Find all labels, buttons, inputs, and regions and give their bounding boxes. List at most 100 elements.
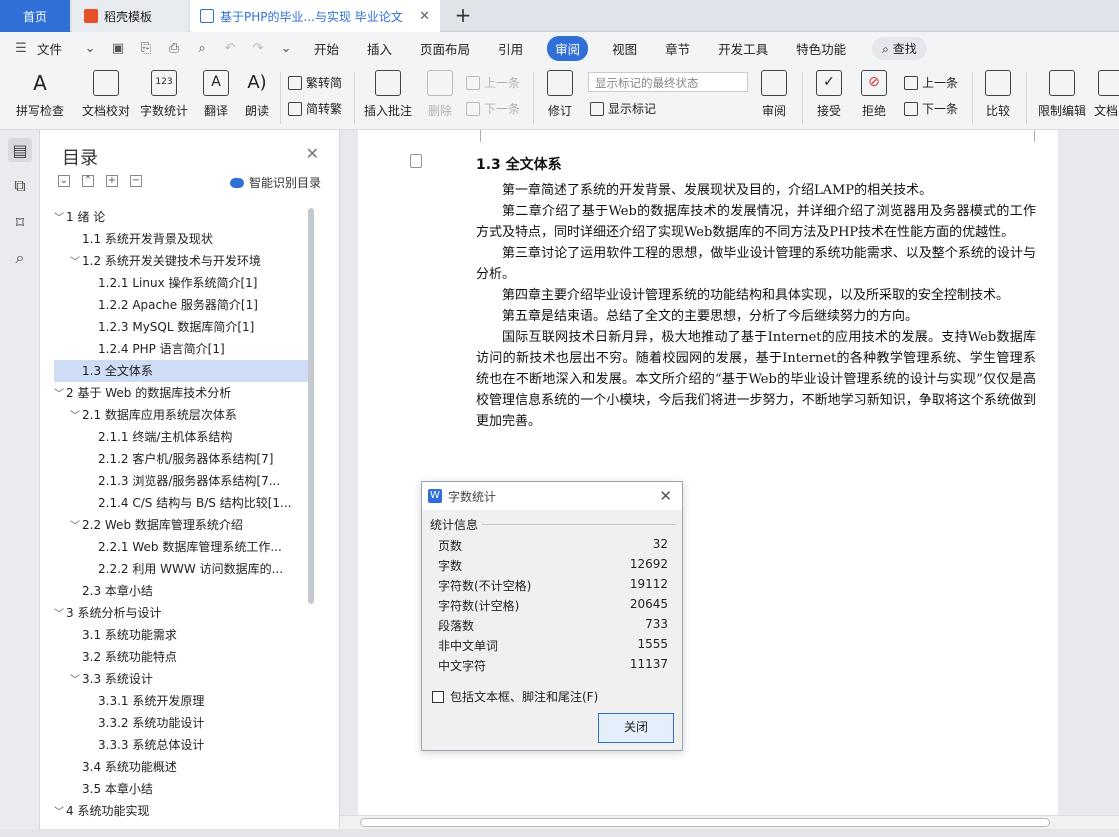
redo-icon[interactable]: ↷ bbox=[249, 39, 267, 57]
trad-to-simp-button[interactable]: 繁转简 bbox=[288, 74, 342, 91]
chevron-down-icon[interactable]: ﹀ bbox=[70, 516, 82, 536]
tab-document[interactable]: 基于PHP的毕业...与实现 毕业论文 ✕ bbox=[190, 0, 440, 32]
toc-item[interactable]: ﹀ 2 基于 Web 的数据库技术分析 bbox=[54, 382, 314, 404]
toc-item[interactable]: 3.4 系统功能概述 bbox=[54, 756, 314, 778]
menu-tab-5[interactable]: 视图 bbox=[598, 39, 651, 58]
undo-icon[interactable]: ↶ bbox=[221, 39, 239, 57]
chevron-down-icon[interactable]: ﹀ bbox=[70, 670, 82, 690]
toc-item[interactable]: 3.1 系统功能需求 bbox=[54, 624, 314, 646]
toc-item[interactable]: 1.2.3 MySQL 数据库简介[1] bbox=[54, 316, 314, 338]
print-preview-icon[interactable]: ⌕ bbox=[193, 39, 211, 57]
doc-permission-button[interactable]: 文档 bbox=[1094, 70, 1119, 119]
toc-item[interactable]: 2.3 本章小结 bbox=[54, 580, 314, 602]
collapse-all-icon[interactable]: ⌄ bbox=[58, 175, 70, 187]
toc-item[interactable]: 2.1.3 浏览器/服务器体系结构[7... bbox=[54, 470, 314, 492]
spell-check-button[interactable]: A 拼写检查 bbox=[10, 70, 70, 119]
toc-item[interactable]: 3.3.2 系统功能设计 bbox=[54, 712, 314, 734]
toc-item[interactable]: ﹀ 2.1 数据库应用系统层次体系 bbox=[54, 404, 314, 426]
show-markup-button[interactable]: 显示标记 bbox=[590, 100, 656, 117]
customize-quickbar-icon[interactable]: ⌄ bbox=[277, 39, 295, 57]
close-tab-icon[interactable]: ✕ bbox=[419, 9, 430, 24]
toc-item[interactable]: 3.2 系统功能特点 bbox=[54, 646, 314, 668]
review-pane-button[interactable]: 审阅 bbox=[756, 70, 792, 119]
toc-item[interactable]: 2.1.2 客户机/服务器体系结构[7] bbox=[54, 448, 314, 470]
tab-daoke-templates[interactable]: 稻壳模板 bbox=[72, 0, 188, 32]
restrict-edit-button[interactable]: 限制编辑 bbox=[1034, 70, 1090, 119]
next-comment-button[interactable]: 下一条 bbox=[466, 100, 520, 117]
reject-button[interactable]: ⊘ 拒绝 bbox=[855, 70, 893, 119]
toc-item[interactable]: 2.1.1 终端/主机体系结构 bbox=[54, 426, 314, 448]
export-icon[interactable]: ⎘ bbox=[137, 39, 155, 57]
toc-pane-icon[interactable]: ▤ bbox=[8, 138, 32, 162]
toc-item[interactable]: 2.1.4 C/S 结构与 B/S 结构比较[1... bbox=[54, 492, 314, 514]
find-icon[interactable]: ⌕ bbox=[8, 246, 32, 270]
file-menu[interactable]: 文件 bbox=[35, 39, 76, 58]
translate-button[interactable]: A 翻译 bbox=[196, 70, 236, 119]
prev-comment-button[interactable]: 上一条 bbox=[466, 74, 520, 91]
chapter-nav-icon[interactable]: ⧉ bbox=[8, 174, 32, 198]
markup-state-select[interactable]: 显示标记的最终状态 bbox=[588, 72, 748, 92]
close-icon[interactable]: ✕ bbox=[659, 487, 672, 505]
accept-button[interactable]: ✓ 接受 bbox=[810, 70, 848, 119]
toc-item[interactable]: 3.3.3 系统总体设计 bbox=[54, 734, 314, 756]
horizontal-scroll-thumb[interactable] bbox=[360, 818, 1050, 827]
toc-item[interactable]: 2.2.1 Web 数据库管理系统工作... bbox=[54, 536, 314, 558]
toc-scrollbar[interactable] bbox=[308, 208, 314, 604]
close-icon[interactable]: ✕ bbox=[306, 144, 319, 163]
toc-item[interactable]: 1.2.1 Linux 操作系统简介[1] bbox=[54, 272, 314, 294]
paragraph-mark-icon[interactable] bbox=[410, 154, 422, 168]
checkbox-box[interactable] bbox=[432, 690, 444, 703]
toc-item[interactable]: ﹀ 4 系统功能实现 bbox=[54, 800, 314, 822]
print-icon[interactable]: ⎙ bbox=[165, 39, 183, 57]
toc-item[interactable]: ﹀ 2.2 Web 数据库管理系统介绍 bbox=[54, 514, 314, 536]
chevron-down-icon[interactable]: ﹀ bbox=[54, 208, 66, 228]
hamburger-menu-icon[interactable]: ☰ bbox=[12, 39, 30, 57]
add-heading-icon[interactable]: + bbox=[106, 175, 118, 187]
read-aloud-button[interactable]: A) 朗读 bbox=[240, 70, 274, 119]
expand-all-icon[interactable]: ⌃ bbox=[82, 175, 94, 187]
toc-item[interactable]: 1.1 系统开发背景及现状 bbox=[54, 228, 314, 250]
toc-item[interactable]: 3.5 本章小结 bbox=[54, 778, 314, 800]
document-body[interactable]: 第一章简述了系统的开发背景、发展现状及目的，介绍LAMP的相关技术。 第二章介绍了… bbox=[476, 180, 1036, 432]
toc-item[interactable]: 1.3 全文体系 bbox=[54, 360, 314, 382]
toc-item[interactable]: ﹀ 3 系统分析与设计 bbox=[54, 602, 314, 624]
chevron-down-icon[interactable]: ﹀ bbox=[70, 406, 82, 426]
search-command-button[interactable]: ⌕ 查找 bbox=[872, 36, 927, 60]
track-changes-button[interactable]: 修订 bbox=[540, 70, 580, 119]
toc-item[interactable]: ﹀ 1 绪 论 bbox=[54, 206, 314, 228]
word-count-button[interactable]: 123 字数统计 bbox=[138, 70, 190, 119]
menu-tab-2[interactable]: 页面布局 bbox=[406, 39, 484, 58]
horizontal-scrollbar[interactable] bbox=[340, 815, 1119, 829]
doc-proof-button[interactable]: 文档校对 bbox=[78, 70, 134, 119]
smart-toc-button[interactable]: 智能识别目录 bbox=[230, 174, 321, 191]
dialog-titlebar[interactable]: W 字数统计 ✕ bbox=[422, 482, 682, 510]
include-textbox-checkbox[interactable]: 包括文本框、脚注和尾注(F) bbox=[432, 688, 598, 705]
toc-item[interactable]: ﹀ 3.3 系统设计 bbox=[54, 668, 314, 690]
chevron-down-icon[interactable]: ﹀ bbox=[54, 802, 66, 822]
simp-to-trad-button[interactable]: 简转繁 bbox=[288, 100, 342, 117]
menu-tab-4[interactable]: 审阅 bbox=[547, 35, 589, 61]
remove-heading-icon[interactable]: − bbox=[130, 175, 142, 187]
menu-tab-3[interactable]: 引用 bbox=[484, 39, 537, 58]
bookmark-icon[interactable]: ⌑ bbox=[8, 210, 32, 234]
menu-tab-7[interactable]: 开发工具 bbox=[704, 39, 782, 58]
chevron-down-icon[interactable]: ﹀ bbox=[70, 252, 82, 272]
prev-change-button[interactable]: 上一条 bbox=[904, 74, 958, 91]
toc-item[interactable]: 1.2.2 Apache 服务器简介[1] bbox=[54, 294, 314, 316]
tab-home[interactable]: 首页 bbox=[0, 0, 70, 32]
chevron-down-icon[interactable]: ⌄ bbox=[81, 39, 99, 57]
new-tab-button[interactable]: + bbox=[452, 4, 474, 26]
close-button[interactable]: 关闭 bbox=[598, 713, 674, 743]
toc-item[interactable]: ﹀ 1.2 系统开发关键技术与开发环境 bbox=[54, 250, 314, 272]
toc-item[interactable]: 1.2.4 PHP 语言简介[1] bbox=[54, 338, 314, 360]
menu-tab-0[interactable]: 开始 bbox=[300, 39, 353, 58]
chevron-down-icon[interactable]: ﹀ bbox=[54, 604, 66, 624]
toc-item[interactable]: 3.3.1 系统开发原理 bbox=[54, 690, 314, 712]
menu-tab-6[interactable]: 章节 bbox=[651, 39, 704, 58]
menu-tab-1[interactable]: 插入 bbox=[353, 39, 406, 58]
next-change-button[interactable]: 下一条 bbox=[904, 100, 958, 117]
toc-item[interactable]: 2.2.2 利用 WWW 访问数据库的... bbox=[54, 558, 314, 580]
menu-tab-8[interactable]: 特色功能 bbox=[782, 39, 860, 58]
chevron-down-icon[interactable]: ﹀ bbox=[54, 384, 66, 404]
save-icon[interactable]: ▣ bbox=[109, 39, 127, 57]
